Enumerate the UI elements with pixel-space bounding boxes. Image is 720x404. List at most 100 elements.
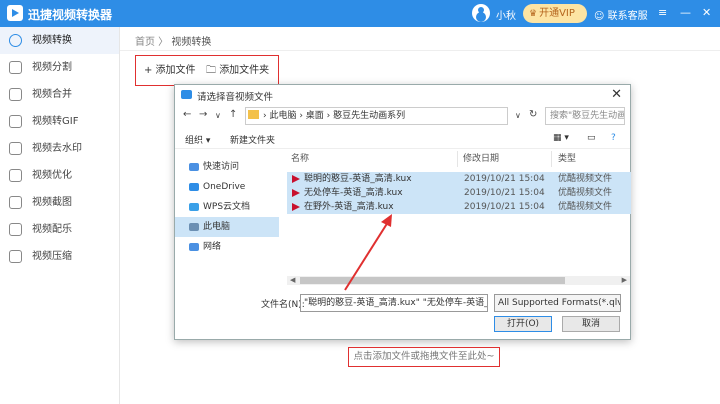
video-file-icon — [292, 175, 300, 183]
video-file-icon — [292, 203, 300, 211]
search-input[interactable]: 搜索"憨豆先生动画系列" — [545, 107, 625, 125]
column-date[interactable]: 修改日期 — [463, 151, 499, 167]
convert-icon — [9, 34, 22, 47]
format-select[interactable]: All Supported Formats(*.qlv; — [494, 294, 621, 312]
scroll-left-icon[interactable]: ◀ — [290, 276, 295, 284]
filename-input[interactable]: "聪明的憨豆-英语_高清.kux" "无处停车-英语_高清 — [300, 294, 488, 312]
nav-item-network[interactable]: 网络 — [175, 237, 279, 257]
new-folder-button[interactable]: 新建文件夹 — [230, 133, 275, 146]
address-row: ← → ∨ ↑ › 此电脑 › 桌面 › 憨豆先生动画系列 ∨ ↻ 搜索"憨豆先… — [175, 105, 630, 127]
file-type: 优酷视频文件 — [558, 202, 613, 212]
add-file-button[interactable]: + 添加文件 — [144, 62, 196, 79]
file-date: 2019/10/21 15:04 — [464, 188, 545, 198]
open-button[interactable]: 打开(O) — [494, 316, 552, 332]
add-folder-button[interactable]: 🗀 添加文件夹 — [206, 62, 269, 79]
sidebar-item-compress[interactable]: 视频压缩 — [0, 243, 119, 270]
organize-button[interactable]: 组织 ▾ — [185, 133, 210, 146]
vip-button[interactable]: ♛ 开通VIP — [523, 4, 587, 23]
nav-label: WPS云文档 — [203, 202, 251, 212]
cloud-icon — [189, 203, 199, 211]
horizontal-scrollbar[interactable]: ◀ ▶ — [287, 276, 630, 285]
file-date: 2019/10/21 15:04 — [464, 174, 545, 184]
sidebar: 视频转换 视频分割 视频合并 视频转GIF 视频去水印 视频优化 视频截图 视频… — [0, 27, 120, 404]
optimize-icon — [9, 169, 22, 182]
nav-label: 网络 — [203, 242, 222, 252]
file-row[interactable]: 在野外-英语_高清.kux 2019/10/21 15:04 优酷视频文件 — [287, 200, 631, 214]
sidebar-item-label: 视频转GIF — [32, 116, 79, 127]
path-dropdown-icon[interactable]: ∨ — [515, 111, 521, 120]
nav-label: 快速访问 — [203, 162, 240, 172]
gif-icon — [9, 115, 22, 128]
scroll-right-icon[interactable]: ▶ — [622, 276, 627, 284]
filename-label: 文件名(N): — [261, 300, 305, 310]
navigation-pane: 快速访问 OneDrive WPS云文档 此电脑 网络 — [175, 151, 279, 291]
star-icon — [189, 163, 199, 171]
file-name: 聪明的憨豆-英语_高清.kux — [304, 174, 412, 184]
compress-icon — [9, 250, 22, 263]
sidebar-item-convert[interactable]: 视频转换 — [0, 27, 119, 54]
user-avatar[interactable] — [472, 4, 490, 22]
vip-label: 开通VIP — [539, 8, 575, 19]
column-divider[interactable] — [457, 151, 458, 167]
address-path: › 此电脑 › 桌面 › 憨豆先生动画系列 — [263, 111, 406, 121]
sidebar-item-music[interactable]: 视频配乐 — [0, 216, 119, 243]
cloud-icon — [189, 183, 199, 191]
nav-item-onedrive[interactable]: OneDrive — [175, 177, 279, 197]
recent-dropdown-icon[interactable]: ∨ — [215, 111, 221, 120]
support-label: 联系客服 — [607, 11, 648, 22]
nav-item-wps[interactable]: WPS云文档 — [175, 197, 279, 217]
file-name: 无处停车-英语_高清.kux — [304, 188, 403, 198]
sidebar-item-screenshot[interactable]: 视频截图 — [0, 189, 119, 216]
sidebar-item-split[interactable]: 视频分割 — [0, 54, 119, 81]
drop-hint[interactable]: 点击添加文件或拖拽文件至此处~ — [348, 347, 500, 367]
forward-icon[interactable]: → — [199, 109, 207, 120]
sidebar-item-optimize[interactable]: 视频优化 — [0, 162, 119, 189]
sidebar-item-label: 视频截图 — [32, 197, 72, 208]
cancel-button[interactable]: 取消 — [562, 316, 620, 332]
preview-pane-icon[interactable]: ▭ — [587, 133, 596, 143]
music-icon — [9, 223, 22, 236]
sidebar-item-gif[interactable]: 视频转GIF — [0, 108, 119, 135]
refresh-icon[interactable]: ↻ — [529, 109, 537, 120]
dialog-title-bar: 请选择音视频文件 ✕ — [175, 85, 630, 105]
address-bar[interactable]: › 此电脑 › 桌面 › 憨豆先生动画系列 — [245, 107, 508, 125]
menu-icon[interactable]: ≡ — [658, 5, 667, 21]
nav-item-quick-access[interactable]: 快速访问 — [175, 157, 279, 177]
scrollbar-thumb[interactable] — [300, 277, 565, 284]
close-icon[interactable]: ✕ — [702, 5, 711, 21]
minimize-icon[interactable]: — — [680, 5, 691, 21]
column-name[interactable]: 名称 — [291, 151, 309, 167]
sidebar-item-label: 视频优化 — [32, 170, 72, 181]
split-icon — [9, 61, 22, 74]
title-bar: 迅捷视频转换器 小秋 ♛ 开通VIP ☺ 联系客服 ≡ — ✕ — [0, 0, 720, 27]
video-file-icon — [292, 189, 300, 197]
file-row[interactable]: 无处停车-英语_高清.kux 2019/10/21 15:04 优酷视频文件 — [287, 186, 631, 200]
column-type[interactable]: 类型 — [558, 151, 576, 167]
sidebar-item-label: 视频去水印 — [32, 143, 82, 154]
chat-icon: ☺ — [594, 11, 608, 22]
sidebar-item-merge[interactable]: 视频合并 — [0, 81, 119, 108]
add-folder-label: 添加文件夹 — [219, 65, 270, 76]
breadcrumb-home[interactable]: 首页 — [135, 37, 155, 48]
file-date: 2019/10/21 15:04 — [464, 202, 545, 212]
up-icon[interactable]: ↑ — [229, 109, 237, 120]
file-list: 名称 修改日期 类型 聪明的憨豆-英语_高清.kux 2019/10/21 15:… — [287, 151, 631, 279]
dialog-title: 请选择音视频文件 — [197, 92, 274, 103]
breadcrumb-separator: 〉 — [155, 37, 169, 48]
user-name[interactable]: 小秋 — [496, 7, 516, 22]
sidebar-item-label: 视频压缩 — [32, 251, 72, 262]
app-logo-icon — [7, 5, 23, 21]
nav-item-this-pc[interactable]: 此电脑 — [175, 217, 279, 237]
folder-icon: 🗀 — [206, 65, 220, 76]
dialog-close-icon[interactable]: ✕ — [611, 87, 622, 102]
back-icon[interactable]: ← — [183, 109, 191, 120]
view-options-icon[interactable]: ▦ ▾ — [553, 133, 569, 143]
file-type: 优酷视频文件 — [558, 188, 613, 198]
file-type: 优酷视频文件 — [558, 174, 613, 184]
support-button[interactable]: ☺ 联系客服 — [594, 7, 648, 22]
sidebar-item-watermark[interactable]: 视频去水印 — [0, 135, 119, 162]
column-divider[interactable] — [551, 151, 552, 167]
help-icon[interactable]: ? — [611, 133, 616, 143]
nav-label: OneDrive — [203, 182, 246, 192]
file-row[interactable]: 聪明的憨豆-英语_高清.kux 2019/10/21 15:04 优酷视频文件 — [287, 172, 631, 186]
